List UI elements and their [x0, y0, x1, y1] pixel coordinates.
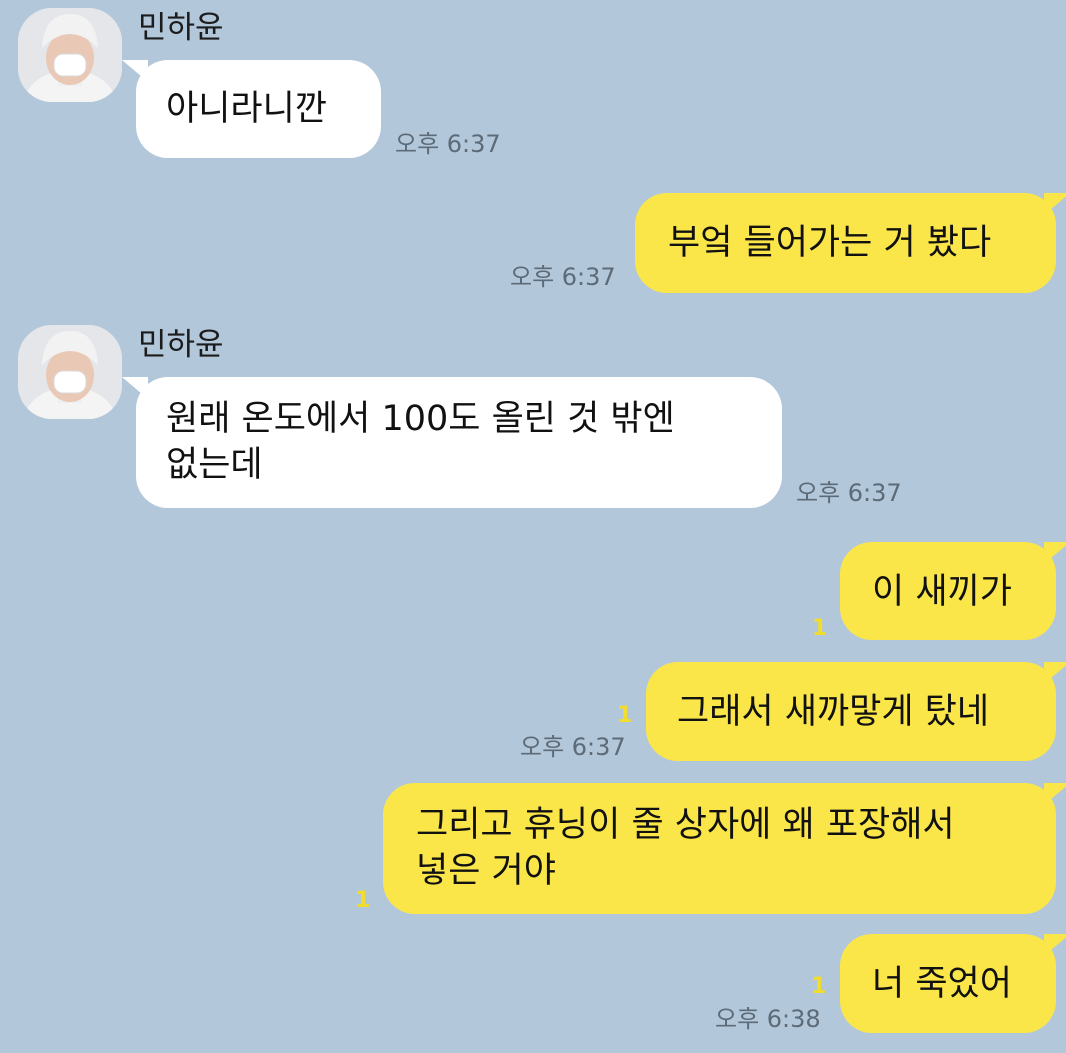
sender-name: 민하윤 [138, 327, 224, 363]
outgoing-message-bubble[interactable]: 그래서 새까맣게 탔네 [646, 662, 1066, 761]
message-text: 부엌 들어가는 거 봤다 [668, 223, 992, 263]
message-text-line: 넣은 거야 [416, 851, 556, 891]
incoming-message-bubble[interactable]: 아니라니깐 [122, 60, 381, 158]
message-text: 이 새끼가 [872, 572, 1012, 612]
bubble-tail [122, 377, 148, 399]
message-text: 아니라니깐 [166, 89, 328, 129]
outgoing-message-bubble[interactable]: 이 새끼가 [840, 542, 1066, 640]
bubble-tail [1044, 934, 1066, 956]
outgoing-message-bubble[interactable]: 너 죽었어 [840, 934, 1066, 1033]
outgoing-message-bubble[interactable]: 부엌 들어가는 거 봤다 [635, 193, 1066, 293]
message-time: 오후 6:37 [796, 479, 902, 507]
bubble-tail [1044, 542, 1066, 564]
incoming-message-bubble[interactable]: 원래 온도에서 100도 올린 것 밖엔 없는데 [122, 377, 782, 508]
message-time: 오후 6:37 [510, 263, 616, 291]
unread-count: 1 [811, 974, 827, 999]
message-text: 그래서 새까맣게 탔네 [677, 692, 990, 732]
message-time: 오후 6:37 [395, 130, 501, 158]
bubble-tail [1044, 193, 1066, 215]
bubble-tail [1044, 662, 1066, 684]
message-text: 너 죽었어 [872, 964, 1012, 1004]
bubble-tail [122, 60, 148, 82]
bubble-tail [1044, 783, 1066, 805]
message-text-line: 없는데 [166, 445, 263, 485]
message-text-line: 그리고 휴닝이 줄 상자에 왜 포장해서 [416, 805, 955, 845]
unread-count: 1 [812, 616, 828, 641]
profile-photo-avatar [18, 8, 122, 102]
unread-count: 1 [617, 703, 633, 728]
message-text-line: 원래 온도에서 100도 올린 것 밖엔 [166, 399, 675, 439]
message-time: 오후 6:38 [715, 1005, 821, 1033]
sender-avatar[interactable] [18, 325, 122, 419]
sender-name: 민하윤 [138, 10, 224, 46]
sender-avatar[interactable] [18, 8, 122, 102]
profile-photo-avatar [18, 325, 122, 419]
message-time: 오후 6:37 [520, 733, 626, 761]
unread-count: 1 [355, 888, 371, 913]
outgoing-message-bubble[interactable]: 그리고 휴닝이 줄 상자에 왜 포장해서 넣은 거야 [383, 783, 1066, 914]
